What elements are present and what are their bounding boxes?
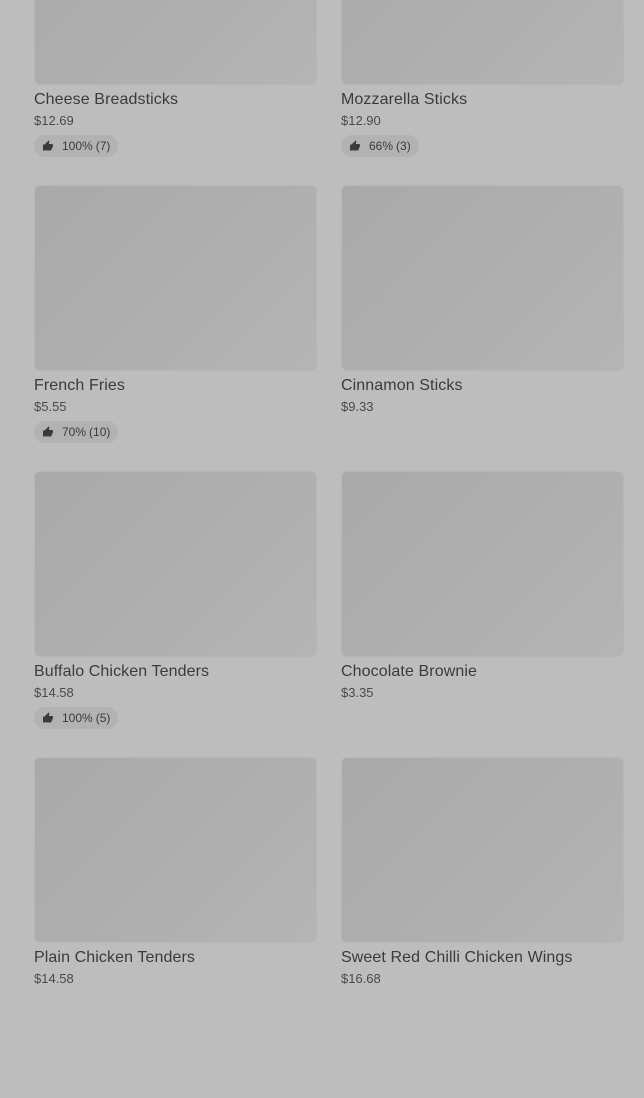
item-image-placeholder[interactable] bbox=[34, 0, 317, 85]
item-name: French Fries bbox=[34, 377, 125, 394]
item-name: Buffalo Chicken Tenders bbox=[34, 663, 210, 680]
menu-item-card[interactable]: Mozzarella Sticks $12.90 66% (3) bbox=[341, 0, 624, 185]
rating-count: (3) bbox=[396, 139, 411, 153]
item-name: Chocolate Brownie bbox=[341, 663, 477, 680]
thumbs-up-icon bbox=[349, 140, 361, 152]
item-image-placeholder[interactable] bbox=[341, 185, 624, 371]
rating-count: (7) bbox=[95, 139, 111, 153]
item-name: Sweet Red Chilli Chicken Wings bbox=[341, 949, 573, 966]
rating-count: (10) bbox=[89, 425, 111, 439]
item-image-placeholder[interactable] bbox=[341, 757, 624, 943]
item-image-placeholder[interactable] bbox=[34, 471, 317, 657]
item-image-placeholder[interactable] bbox=[34, 757, 317, 943]
menu-item-card[interactable]: Plain Chicken Tenders $14.58 bbox=[34, 757, 317, 1043]
item-price: $12.69 bbox=[34, 113, 74, 128]
item-price: $3.35 bbox=[341, 685, 374, 700]
item-price: $14.58 bbox=[34, 971, 74, 986]
item-price: $14.58 bbox=[34, 685, 74, 700]
rating-percent: 100% bbox=[62, 139, 93, 153]
rating-badge: 70% (10) bbox=[34, 421, 119, 443]
menu-item-card[interactable]: Cheese Breadsticks $12.69 100% (7) bbox=[34, 0, 317, 185]
thumbs-up-icon bbox=[42, 712, 54, 724]
rating-percent: 66% bbox=[369, 139, 394, 153]
menu-item-card[interactable]: Chocolate Brownie $3.35 bbox=[341, 471, 624, 757]
thumbs-up-icon bbox=[42, 140, 54, 152]
item-name: Cheese Breadsticks bbox=[34, 91, 179, 108]
item-image-placeholder[interactable] bbox=[341, 0, 624, 85]
rating-badge: 66% (3) bbox=[341, 135, 419, 157]
item-image-placeholder[interactable] bbox=[34, 185, 317, 371]
menu-item-card[interactable]: French Fries $5.55 70% (10) bbox=[34, 185, 317, 471]
item-price: $12.90 bbox=[341, 113, 381, 128]
menu-item-card[interactable]: Sweet Red Chilli Chicken Wings $16.68 bbox=[341, 757, 624, 1043]
item-name: Plain Chicken Tenders bbox=[34, 949, 196, 966]
menu-item-grid: Cheese Breadsticks $12.69 100% (7) Mozza… bbox=[34, 0, 624, 1043]
item-name: Cinnamon Sticks bbox=[341, 377, 463, 394]
item-price: $16.68 bbox=[341, 971, 381, 986]
rating-badge: 100% (5) bbox=[34, 707, 119, 729]
item-price: $5.55 bbox=[34, 399, 67, 414]
menu-item-card[interactable]: Buffalo Chicken Tenders $14.58 100% (5) bbox=[34, 471, 317, 757]
rating-percent: 100% bbox=[62, 711, 93, 725]
item-name: Mozzarella Sticks bbox=[341, 91, 468, 108]
item-price: $9.33 bbox=[341, 399, 374, 414]
rating-badge: 100% (7) bbox=[34, 135, 119, 157]
thumbs-up-icon bbox=[42, 426, 54, 438]
rating-percent: 70% bbox=[62, 425, 87, 439]
item-image-placeholder[interactable] bbox=[341, 471, 624, 657]
rating-count: (5) bbox=[95, 711, 111, 725]
menu-item-card[interactable]: Cinnamon Sticks $9.33 bbox=[341, 185, 624, 471]
